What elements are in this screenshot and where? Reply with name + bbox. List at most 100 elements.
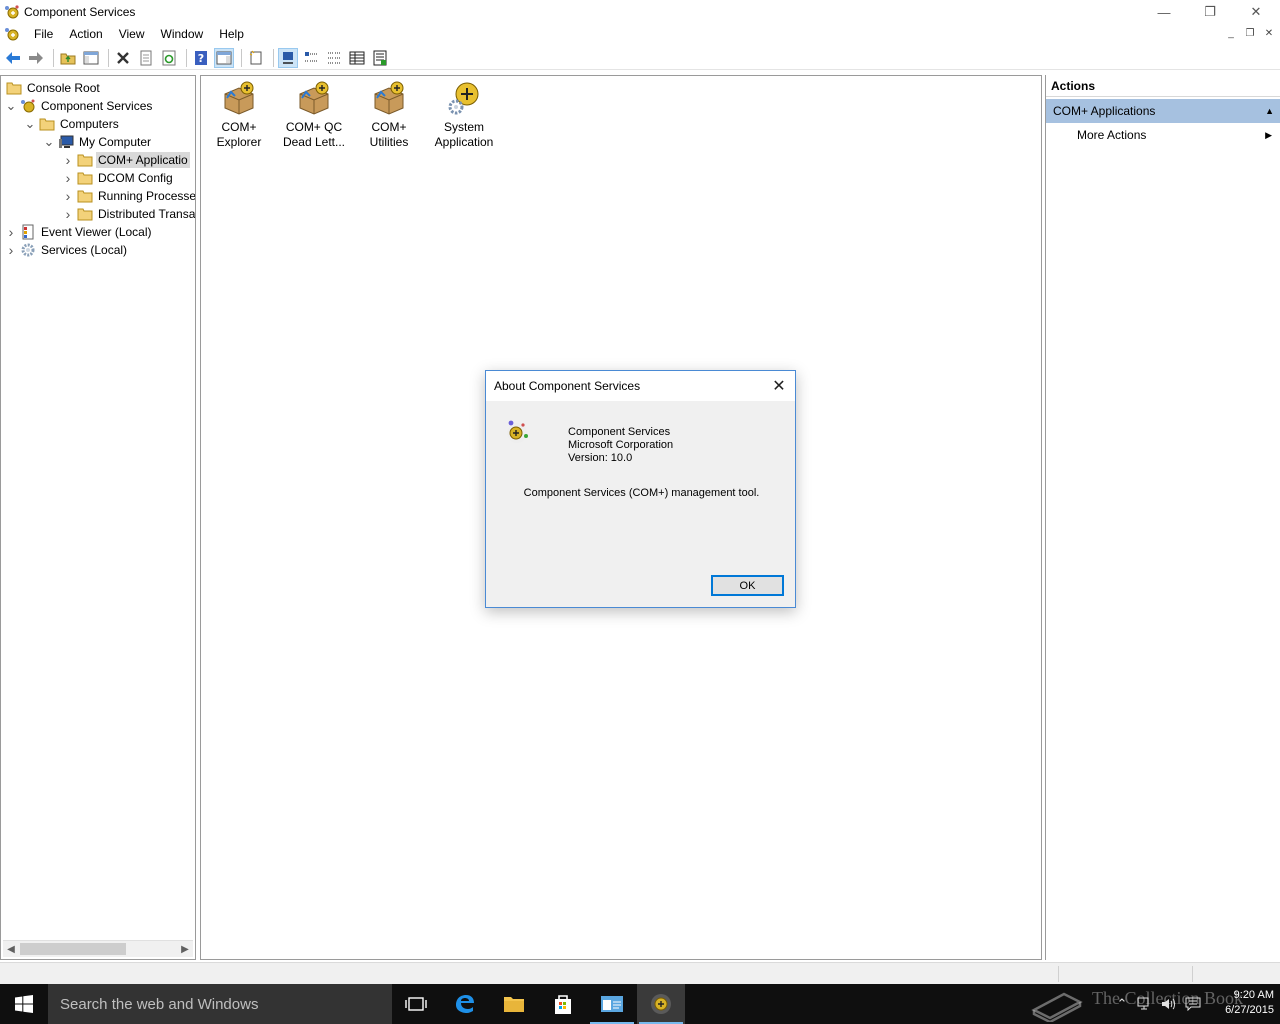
expanded-chevron-icon[interactable]: ⌄ — [42, 134, 56, 149]
tree-item[interactable]: › DCOM Config — [61, 169, 175, 187]
taskbar-component-services[interactable] — [637, 984, 685, 1024]
task-view-button[interactable] — [392, 984, 440, 1024]
tree-item[interactable]: › Services (Local) — [4, 241, 129, 259]
delete-button[interactable] — [113, 48, 133, 68]
show-hide-action-pane-button[interactable] — [214, 47, 234, 68]
expanded-chevron-icon[interactable]: ⌄ — [4, 98, 18, 113]
menu-view[interactable]: View — [111, 24, 153, 44]
more-actions-item[interactable]: More Actions ▶ — [1046, 123, 1280, 147]
toolbar-separator — [241, 48, 242, 67]
tree-item[interactable]: ⌄ My Computer — [42, 133, 153, 151]
tree-item-label: Services (Local) — [41, 243, 128, 257]
start-button[interactable] — [0, 984, 48, 1024]
menu-bar: File Action View Window Help — [0, 24, 1280, 44]
taskbar-edge[interactable] — [441, 984, 489, 1024]
menu-action[interactable]: Action — [61, 24, 110, 44]
product-name: Component Services — [568, 426, 671, 438]
tree-item[interactable]: › Running Processe — [61, 187, 195, 205]
network-icon[interactable] — [1137, 996, 1153, 1012]
restore-button[interactable]: ❐ — [1187, 0, 1233, 24]
item-label: COM+ Explorer — [217, 120, 262, 150]
taskbar-mmc[interactable] — [588, 984, 636, 1024]
mdi-close-button[interactable]: ✕ — [1260, 26, 1278, 42]
mdi-restore-button[interactable]: ❐ — [1241, 26, 1259, 42]
export-list-button[interactable] — [370, 48, 390, 68]
up-one-level-button[interactable] — [58, 48, 78, 68]
scroll-left-icon[interactable]: ◀ — [3, 941, 19, 958]
com-application-item[interactable]: COM+ Explorer — [201, 80, 277, 150]
detail-view-icon — [349, 51, 365, 64]
tray-overflow-icon[interactable]: ⌃ — [1114, 996, 1130, 1012]
menu-window[interactable]: Window — [153, 24, 212, 44]
scroll-right-icon[interactable]: ▶ — [177, 941, 193, 958]
folder-icon — [77, 206, 93, 222]
collapsed-chevron-icon[interactable]: › — [4, 224, 18, 240]
help-button[interactable]: ? — [191, 48, 211, 68]
submenu-arrow-icon: ▶ — [1265, 130, 1272, 140]
mdi-minimize-button[interactable]: _ — [1222, 26, 1240, 42]
tree-item[interactable]: › Event Viewer (Local) — [4, 223, 154, 241]
collapsed-chevron-icon[interactable]: › — [61, 206, 75, 222]
collapsed-chevron-icon[interactable]: › — [61, 152, 75, 168]
list-button[interactable] — [324, 48, 344, 68]
small-icons-button[interactable] — [301, 48, 321, 68]
edge-browser-icon — [456, 995, 474, 1013]
system-menu-icon[interactable] — [4, 26, 20, 42]
properties-button[interactable] — [136, 48, 156, 68]
management-console-icon — [601, 996, 623, 1012]
computer-icon — [58, 134, 74, 150]
action-center-icon[interactable] — [1185, 996, 1201, 1012]
collapsed-chevron-icon[interactable]: › — [61, 170, 75, 186]
com-application-item[interactable]: COM+ Utilities — [351, 80, 427, 150]
taskbar-search-box[interactable]: Search the web and Windows — [48, 984, 392, 1024]
minimize-button[interactable]: — — [1141, 0, 1187, 24]
com-application-item[interactable]: COM+ QC Dead Lett... — [276, 80, 352, 150]
mdi-close-icon: ✕ — [1264, 28, 1274, 39]
tree-item[interactable]: › COM+ Applicatio — [61, 151, 190, 169]
dialog-close-button[interactable]: ✕ — [769, 376, 789, 396]
collapsed-chevron-icon[interactable]: › — [61, 188, 75, 204]
taskbar-clock[interactable]: 9:20 AM 6/27/2015 — [1208, 988, 1274, 1018]
window-title: Component Services — [24, 5, 136, 19]
back-arrow-icon — [6, 51, 20, 64]
actions-header: Actions — [1046, 75, 1280, 97]
ok-button[interactable]: OK — [711, 575, 784, 596]
menu-help[interactable]: Help — [211, 24, 252, 44]
minimize-icon: — — [1157, 4, 1171, 20]
close-button[interactable]: ✕ — [1233, 0, 1279, 24]
show-hide-tree-button[interactable] — [81, 48, 101, 68]
actions-section-com-applications[interactable]: COM+ Applications ▲ — [1046, 99, 1280, 123]
back-button[interactable] — [3, 48, 23, 68]
collapse-up-icon[interactable]: ▲ — [1265, 99, 1274, 123]
horizontal-scrollbar[interactable]: ◀ ▶ — [3, 940, 193, 957]
new-window-button[interactable] — [246, 48, 266, 68]
tree-item[interactable]: ⌄ Component Services — [4, 97, 154, 115]
dialog-description: Component Services (COM+) management too… — [523, 487, 760, 499]
detail-button[interactable] — [347, 48, 367, 68]
actions-section-label: COM+ Applications — [1053, 104, 1156, 118]
tree-item-label: Console Root — [27, 81, 100, 95]
item-label-line1: COM+ — [371, 120, 407, 134]
help-icon: ? — [195, 50, 207, 65]
item-label-line1: System — [443, 120, 484, 134]
tree-item[interactable]: Console Root — [4, 79, 102, 97]
large-icons-button[interactable] — [278, 47, 298, 68]
up-folder-icon — [60, 53, 76, 64]
collapsed-chevron-icon[interactable]: › — [4, 242, 18, 258]
scroll-thumb[interactable] — [20, 943, 126, 955]
taskbar-store[interactable] — [539, 984, 587, 1024]
tree-item-label: DCOM Config — [98, 171, 173, 185]
tree-item[interactable]: › Distributed Transa — [61, 205, 195, 223]
forward-button[interactable] — [26, 48, 46, 68]
volume-icon[interactable] — [1161, 996, 1177, 1012]
properties-icon — [140, 50, 152, 65]
tree-item[interactable]: ⌄ Computers — [23, 115, 121, 133]
refresh-button[interactable] — [159, 48, 179, 68]
menu-file[interactable]: File — [26, 24, 61, 44]
expanded-chevron-icon[interactable]: ⌄ — [23, 116, 37, 131]
taskbar-file-explorer[interactable] — [490, 984, 538, 1024]
com-application-item[interactable]: System Application — [426, 80, 502, 150]
folder-icon — [77, 170, 93, 186]
tree-item-label: My Computer — [79, 135, 152, 149]
tree-item-label: Computers — [60, 117, 119, 131]
